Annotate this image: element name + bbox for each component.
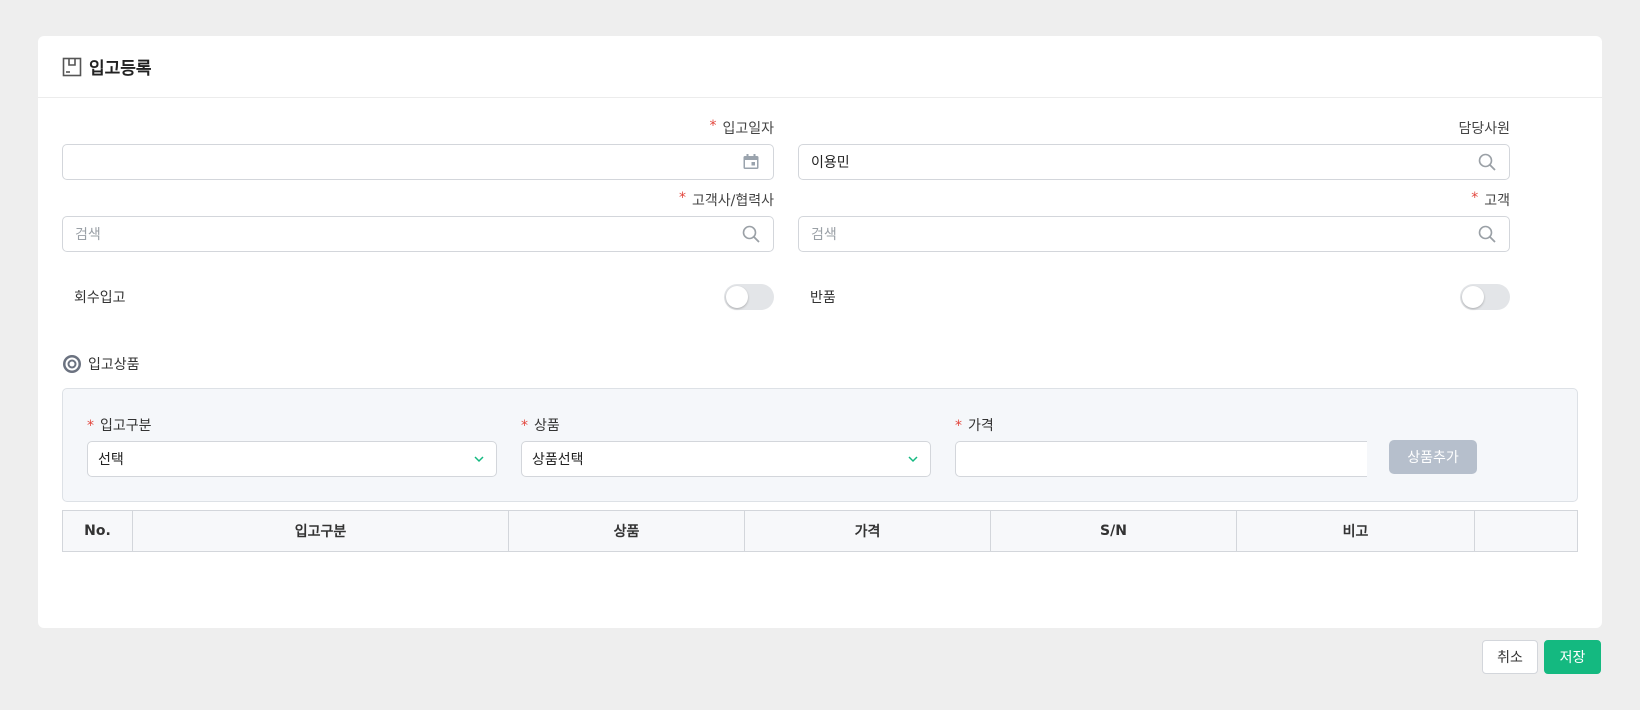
- required-mark: *: [1471, 190, 1479, 206]
- toggle-knob: [1462, 286, 1484, 308]
- required-mark: *: [709, 118, 717, 134]
- card-header: 입고등록: [38, 36, 1602, 98]
- cancel-button[interactable]: 취소: [1482, 640, 1538, 674]
- search-icon[interactable]: [741, 224, 761, 244]
- recall-receipt-label: 회수입고: [74, 290, 126, 306]
- required-mark: *: [955, 418, 962, 434]
- customer-field: * 고객 검색: [798, 190, 1510, 252]
- product-select[interactable]: 상품선택: [521, 441, 931, 477]
- chevron-down-icon: [906, 452, 920, 466]
- return-toggle[interactable]: [1460, 284, 1510, 310]
- partner-placeholder: 검색: [75, 227, 101, 243]
- target-icon: [62, 354, 82, 374]
- receipt-type-value: 선택: [98, 452, 124, 468]
- price-input[interactable]: [955, 441, 1367, 477]
- items-section-label: 입고상품: [88, 357, 140, 373]
- return-label: 반품: [810, 290, 836, 306]
- partner-search-input[interactable]: 검색: [62, 216, 774, 252]
- column-header-actions: [1475, 511, 1577, 551]
- customer-search-input[interactable]: 검색: [798, 216, 1510, 252]
- staff-field: 담당사원 이용민: [798, 118, 1510, 180]
- recall-receipt-row: 회수입고: [62, 284, 774, 310]
- items-section-title: 입고상품: [62, 354, 140, 374]
- receipt-type-field: * 입고구분 선택: [87, 415, 497, 477]
- box-icon: [62, 57, 82, 77]
- chevron-down-icon: [472, 452, 486, 466]
- column-header-type: 입고구분: [133, 511, 509, 551]
- receipt-type-label: 입고구분: [100, 418, 152, 434]
- customer-placeholder: 검색: [811, 227, 837, 243]
- receipt-date-label: 입고일자: [722, 121, 774, 137]
- return-row: 반품: [798, 284, 1510, 310]
- page-title: 입고등록: [89, 59, 152, 79]
- save-button[interactable]: 저장: [1544, 640, 1601, 674]
- column-header-sn: S/N: [991, 511, 1237, 551]
- partner-field: * 고객사/협력사 검색: [62, 190, 774, 252]
- staff-value: 이용민: [811, 155, 850, 171]
- receipt-registration-card: 입고등록 * 입고일자 담당사원 이용민 * 고객사/협력사 검색 * 고객 검…: [38, 36, 1602, 628]
- price-field: * 가격: [955, 415, 1367, 477]
- receipt-date-field: * 입고일자: [62, 118, 774, 180]
- toggle-knob: [726, 286, 748, 308]
- search-icon[interactable]: [1477, 224, 1497, 244]
- partner-label: 고객사/협력사: [692, 193, 774, 209]
- column-header-no: No.: [63, 511, 133, 551]
- item-entry-panel: * 입고구분 선택 * 상품 상품선택 * 가격 상품추가: [62, 388, 1578, 502]
- staff-label: 담당사원: [1458, 121, 1510, 137]
- product-value: 상품선택: [532, 452, 584, 468]
- calendar-icon[interactable]: [741, 152, 761, 172]
- search-icon[interactable]: [1477, 152, 1497, 172]
- items-table-header: No. 입고구분 상품 가격 S/N 비고: [62, 510, 1578, 552]
- receipt-date-input[interactable]: [62, 144, 774, 180]
- column-header-note: 비고: [1237, 511, 1475, 551]
- price-label: 가격: [968, 418, 994, 434]
- customer-label: 고객: [1484, 193, 1510, 209]
- column-header-price: 가격: [745, 511, 991, 551]
- recall-receipt-toggle[interactable]: [724, 284, 774, 310]
- staff-input[interactable]: 이용민: [798, 144, 1510, 180]
- required-mark: *: [521, 418, 528, 434]
- required-mark: *: [87, 418, 94, 434]
- column-header-product: 상품: [509, 511, 745, 551]
- add-product-button[interactable]: 상품추가: [1389, 440, 1477, 474]
- product-field: * 상품 상품선택: [521, 415, 931, 477]
- product-label: 상품: [534, 418, 560, 434]
- required-mark: *: [679, 190, 686, 206]
- receipt-type-select[interactable]: 선택: [87, 441, 497, 477]
